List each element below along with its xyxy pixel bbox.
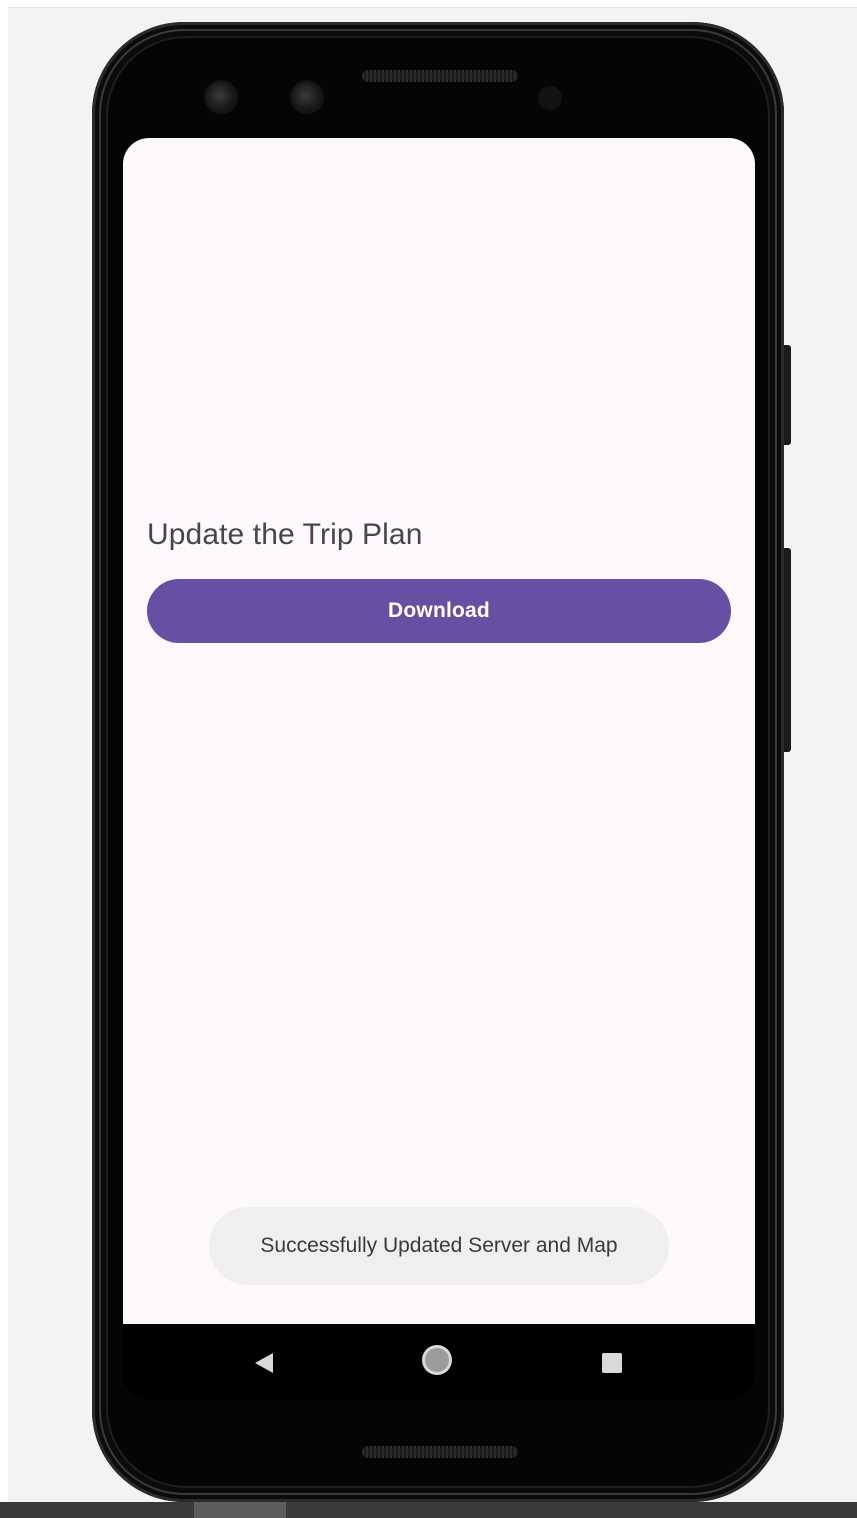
system-navigation-bar bbox=[123, 1324, 755, 1400]
front-camera-secondary-icon bbox=[292, 82, 322, 112]
device-screen: Update the Trip Plan Download Successful… bbox=[123, 138, 755, 1400]
proximity-sensor bbox=[538, 86, 562, 110]
volume-button[interactable] bbox=[784, 548, 791, 752]
back-icon[interactable] bbox=[255, 1353, 273, 1373]
recent-apps-icon[interactable] bbox=[602, 1353, 622, 1373]
host-taskbar-item[interactable] bbox=[194, 1502, 286, 1518]
page-title: Update the Trip Plan bbox=[147, 518, 423, 551]
earpiece-speaker bbox=[362, 70, 518, 82]
window-top-edge bbox=[0, 0, 857, 8]
host-taskbar bbox=[0, 1502, 857, 1518]
front-camera-icon bbox=[206, 82, 236, 112]
window-left-edge bbox=[0, 0, 8, 1518]
app-content: Update the Trip Plan Download Successful… bbox=[123, 138, 755, 1324]
home-icon[interactable] bbox=[425, 1348, 449, 1372]
download-button[interactable]: Download bbox=[147, 579, 731, 643]
bottom-speaker bbox=[362, 1446, 518, 1458]
toast-message: Successfully Updated Server and Map bbox=[209, 1207, 669, 1285]
power-button[interactable] bbox=[784, 345, 791, 445]
